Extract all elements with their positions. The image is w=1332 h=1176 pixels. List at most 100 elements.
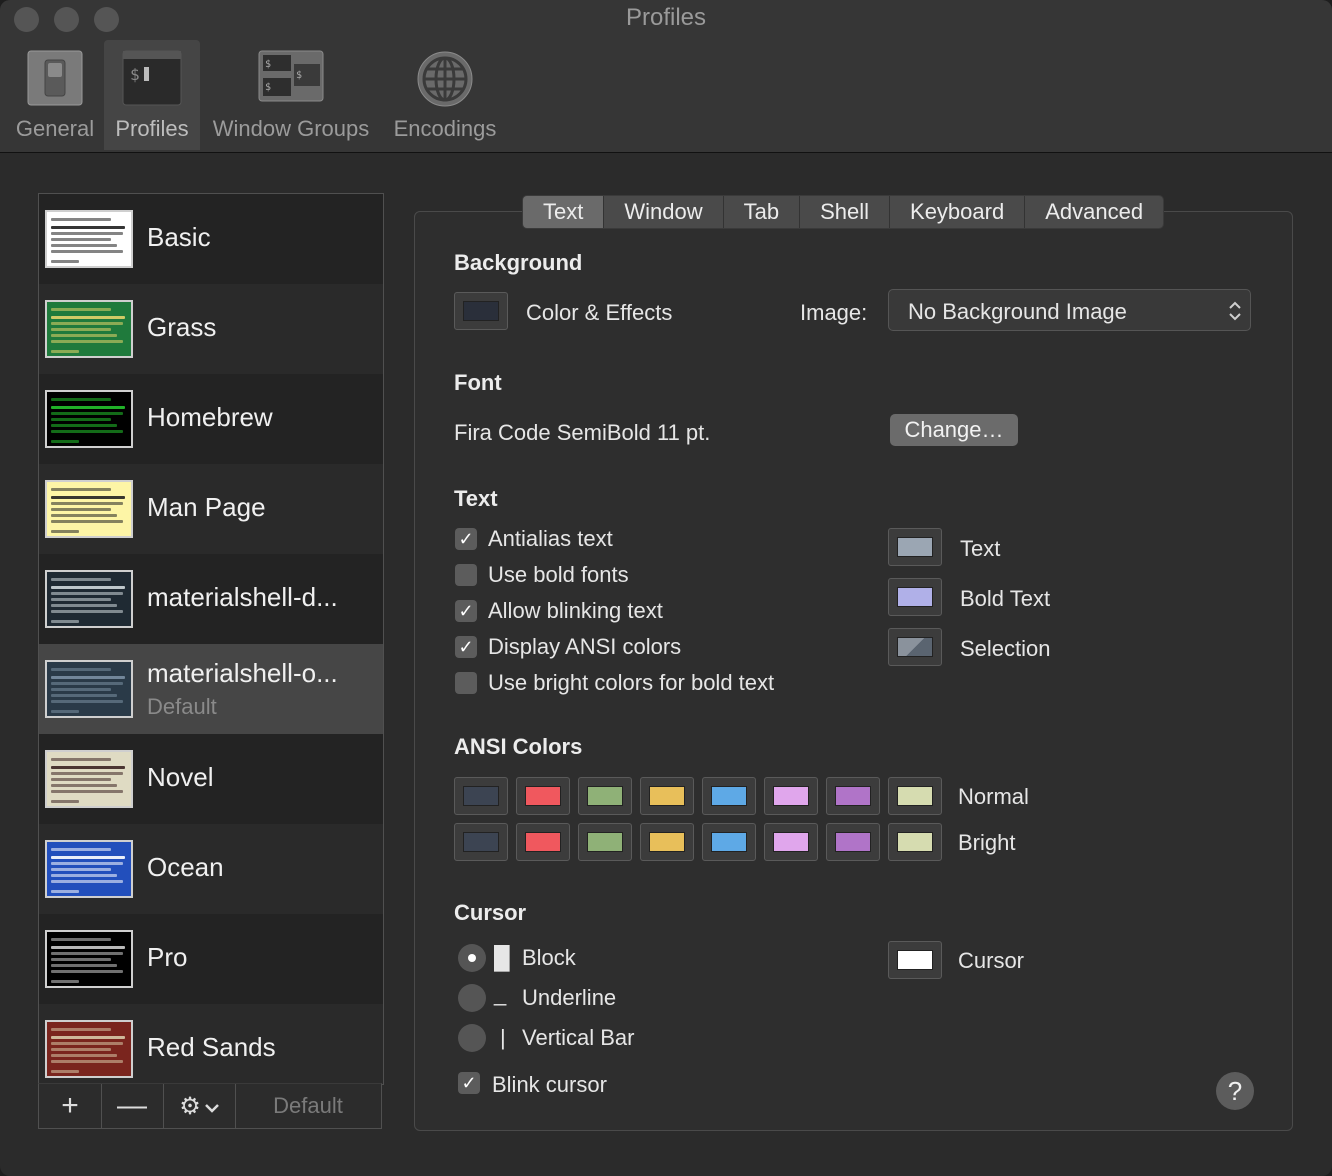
ansi-normal-color-well[interactable] bbox=[640, 777, 694, 815]
text-color-label: Bold Text bbox=[960, 586, 1051, 611]
font-value: Fira Code SemiBold 11 pt. bbox=[454, 420, 711, 445]
background-image-select[interactable]: No Background Image bbox=[888, 289, 1251, 331]
help-button[interactable]: ? bbox=[1216, 1072, 1254, 1110]
profile-row[interactable]: Ocean bbox=[39, 824, 383, 914]
thumbnail-line bbox=[51, 604, 117, 607]
ansi-bright-color-well[interactable] bbox=[454, 823, 508, 861]
profile-row[interactable]: Grass bbox=[39, 284, 383, 374]
profiles-list: Basic Grass Homebrew Man Page materialshell-… bbox=[38, 193, 384, 1085]
cursor-style-radio[interactable] bbox=[458, 984, 486, 1012]
ansi-bright-label: Bright bbox=[958, 830, 1016, 855]
ansi-color-fill bbox=[711, 786, 747, 806]
tab-keyboard[interactable]: Keyboard bbox=[890, 196, 1026, 228]
thumbnail-line bbox=[51, 694, 117, 697]
thumbnail-line bbox=[51, 676, 125, 679]
ansi-color-fill bbox=[525, 786, 561, 806]
profile-thumbnail bbox=[45, 840, 133, 898]
thumbnail-line bbox=[51, 1070, 79, 1073]
cursor-style-radio[interactable] bbox=[458, 944, 486, 972]
text-option-checkbox[interactable]: ✓ bbox=[455, 600, 477, 622]
ansi-normal-color-well[interactable] bbox=[516, 777, 570, 815]
profile-name: Pro bbox=[147, 942, 188, 972]
text-option-checkbox[interactable] bbox=[455, 564, 477, 586]
ansi-colors-heading: ANSI Colors bbox=[454, 734, 583, 759]
profile-row[interactable]: materialshell-d... bbox=[39, 554, 383, 644]
toolbar-item-encodings[interactable]: Encodings bbox=[386, 40, 504, 150]
toolbar-item-general[interactable]: General bbox=[8, 40, 102, 150]
ansi-bright-color-well[interactable] bbox=[826, 823, 880, 861]
blink-cursor-checkbox[interactable]: ✓ bbox=[458, 1072, 480, 1094]
tab-window[interactable]: Window bbox=[604, 196, 724, 228]
tab-shell[interactable]: Shell bbox=[800, 196, 891, 228]
text-color-well[interactable] bbox=[888, 578, 942, 616]
ansi-color-fill bbox=[835, 786, 871, 806]
profile-row[interactable]: Homebrew bbox=[39, 374, 383, 464]
window-title: Profiles bbox=[625, 4, 707, 31]
text-option-checkbox[interactable]: ✓ bbox=[455, 528, 477, 550]
ansi-normal-color-well[interactable] bbox=[826, 777, 880, 815]
ansi-bright-color-well[interactable] bbox=[888, 823, 942, 861]
ansi-normal-color-well[interactable] bbox=[454, 777, 508, 815]
toolbar-label: Encodings bbox=[393, 116, 497, 141]
tab-tab[interactable]: Tab bbox=[724, 196, 801, 228]
text-option-checkbox[interactable] bbox=[455, 672, 477, 694]
profile-thumbnail bbox=[45, 210, 133, 268]
tab-text[interactable]: Text bbox=[523, 196, 605, 228]
ansi-bright-color-well[interactable] bbox=[578, 823, 632, 861]
svg-text:$: $ bbox=[265, 82, 271, 93]
ansi-bright-color-well[interactable] bbox=[764, 823, 818, 861]
thumbnail-line bbox=[51, 592, 123, 595]
profile-name: Red Sands bbox=[147, 1032, 276, 1062]
toolbar-item-profiles[interactable]: $ Profiles bbox=[104, 40, 200, 150]
ansi-normal-color-well[interactable] bbox=[764, 777, 818, 815]
thumbnail-line bbox=[51, 406, 125, 409]
profile-row[interactable]: Novel bbox=[39, 734, 383, 824]
ansi-bright-color-well[interactable] bbox=[640, 823, 694, 861]
text-color-well[interactable] bbox=[888, 528, 942, 566]
thumbnail-line bbox=[51, 938, 111, 941]
thumbnail-line bbox=[51, 856, 125, 859]
ansi-bright-color-well[interactable] bbox=[702, 823, 756, 861]
background-color-well[interactable] bbox=[454, 292, 508, 330]
profile-row[interactable]: Man Page bbox=[39, 464, 383, 554]
text-color-well[interactable] bbox=[888, 628, 942, 666]
terminal-icon: $ bbox=[122, 50, 182, 112]
cursor-style-radio[interactable] bbox=[458, 1024, 486, 1052]
preferences-window: Profiles General $ Profiles $ $ $ Window G… bbox=[0, 0, 1332, 1176]
svg-text:$: $ bbox=[130, 65, 140, 84]
ansi-normal-color-well[interactable] bbox=[702, 777, 756, 815]
profile-row[interactable]: Basic bbox=[39, 194, 383, 284]
text-option-checkbox[interactable]: ✓ bbox=[455, 636, 477, 658]
thumbnail-line bbox=[51, 790, 123, 793]
thumbnail-line bbox=[51, 668, 111, 671]
add-profile-button[interactable]: + bbox=[39, 1084, 102, 1128]
profile-actions-menu-button[interactable]: ⚙ bbox=[163, 1084, 236, 1128]
svg-text:$: $ bbox=[265, 59, 271, 70]
text-heading: Text bbox=[454, 486, 498, 511]
thumbnail-line bbox=[51, 424, 117, 427]
ansi-normal-color-well[interactable] bbox=[888, 777, 942, 815]
thumbnail-line bbox=[51, 250, 123, 253]
profile-row[interactable]: Red Sands bbox=[39, 1004, 383, 1084]
switch-icon bbox=[27, 50, 83, 112]
window-groups-icon: $ $ $ bbox=[258, 50, 324, 108]
thumbnail-line bbox=[51, 1036, 125, 1039]
set-default-profile-button[interactable]: Default bbox=[235, 1084, 381, 1128]
ansi-bright-color-well[interactable] bbox=[516, 823, 570, 861]
ansi-color-fill bbox=[897, 786, 933, 806]
profile-row[interactable]: Pro bbox=[39, 914, 383, 1004]
toolbar-item-window-groups[interactable]: $ $ $ Window Groups bbox=[204, 40, 378, 150]
toolbar-label: General bbox=[15, 116, 95, 141]
thumbnail-line bbox=[51, 800, 79, 803]
tab-advanced[interactable]: Advanced bbox=[1025, 196, 1163, 228]
change-font-button[interactable]: Change… bbox=[890, 414, 1018, 446]
thumbnail-line bbox=[51, 308, 111, 311]
text-option-label: Use bright colors for bold text bbox=[488, 670, 775, 695]
profile-row[interactable]: materialshell-o... Default bbox=[39, 644, 383, 734]
thumbnail-line bbox=[51, 778, 111, 781]
ansi-color-fill bbox=[649, 832, 685, 852]
remove-profile-button[interactable]: — bbox=[101, 1084, 164, 1128]
ansi-normal-color-well[interactable] bbox=[578, 777, 632, 815]
text-option-label: Use bold fonts bbox=[488, 562, 629, 587]
cursor-color-well[interactable] bbox=[888, 941, 942, 979]
